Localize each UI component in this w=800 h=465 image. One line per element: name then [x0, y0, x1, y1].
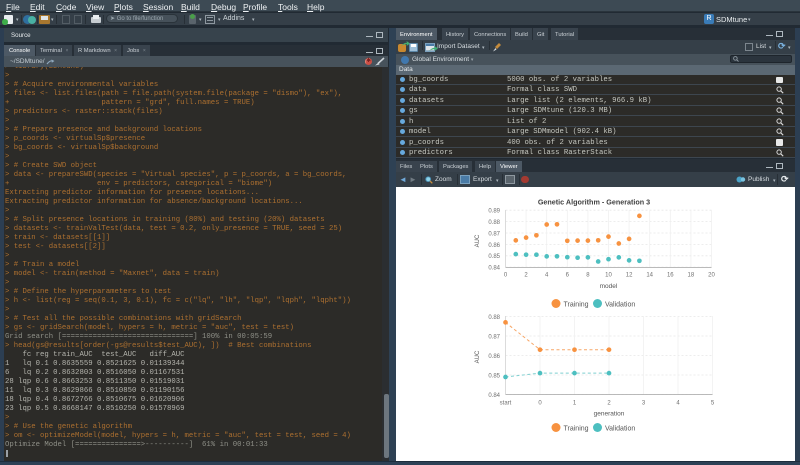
svg-text:AUC: AUC — [475, 234, 481, 247]
svg-text:0: 0 — [538, 401, 542, 407]
svg-text:2: 2 — [524, 273, 528, 279]
svg-text:0.85: 0.85 — [488, 254, 500, 260]
svg-text:Training: Training — [564, 302, 589, 309]
svg-text:AUC: AUC — [475, 350, 481, 363]
svg-text:0.86: 0.86 — [488, 243, 500, 249]
svg-text:0.84: 0.84 — [488, 266, 500, 272]
svg-text:8: 8 — [586, 273, 590, 279]
svg-text:Training: Training — [564, 426, 589, 433]
svg-text:16: 16 — [667, 273, 674, 279]
svg-text:0.87: 0.87 — [488, 231, 500, 237]
svg-text:20: 20 — [708, 273, 715, 279]
svg-text:4: 4 — [545, 273, 549, 279]
svg-text:Genetic Algorithm - Generation: Genetic Algorithm - Generation 3 — [538, 198, 650, 207]
svg-text:1: 1 — [573, 401, 577, 407]
svg-text:5: 5 — [711, 401, 715, 407]
svg-text:18: 18 — [688, 273, 695, 279]
svg-text:0.87: 0.87 — [488, 334, 500, 340]
svg-text:2: 2 — [607, 401, 611, 407]
svg-text:6: 6 — [566, 273, 570, 279]
svg-text:0.84: 0.84 — [488, 393, 500, 399]
svg-text:4: 4 — [676, 401, 680, 407]
svg-text:start: start — [500, 401, 512, 407]
svg-text:Validation: Validation — [605, 302, 635, 309]
svg-text:0.88: 0.88 — [488, 315, 500, 321]
svg-text:0.89: 0.89 — [488, 209, 500, 215]
svg-text:10: 10 — [605, 273, 612, 279]
svg-text:Validation: Validation — [605, 426, 635, 433]
svg-text:generation: generation — [594, 411, 625, 418]
svg-text:0.86: 0.86 — [488, 354, 500, 360]
svg-text:3: 3 — [642, 401, 646, 407]
svg-text:0.88: 0.88 — [488, 220, 500, 226]
svg-text:0.85: 0.85 — [488, 373, 500, 379]
svg-text:0: 0 — [504, 273, 508, 279]
svg-text:model: model — [600, 283, 618, 290]
svg-text:14: 14 — [646, 273, 653, 279]
svg-text:12: 12 — [626, 273, 633, 279]
